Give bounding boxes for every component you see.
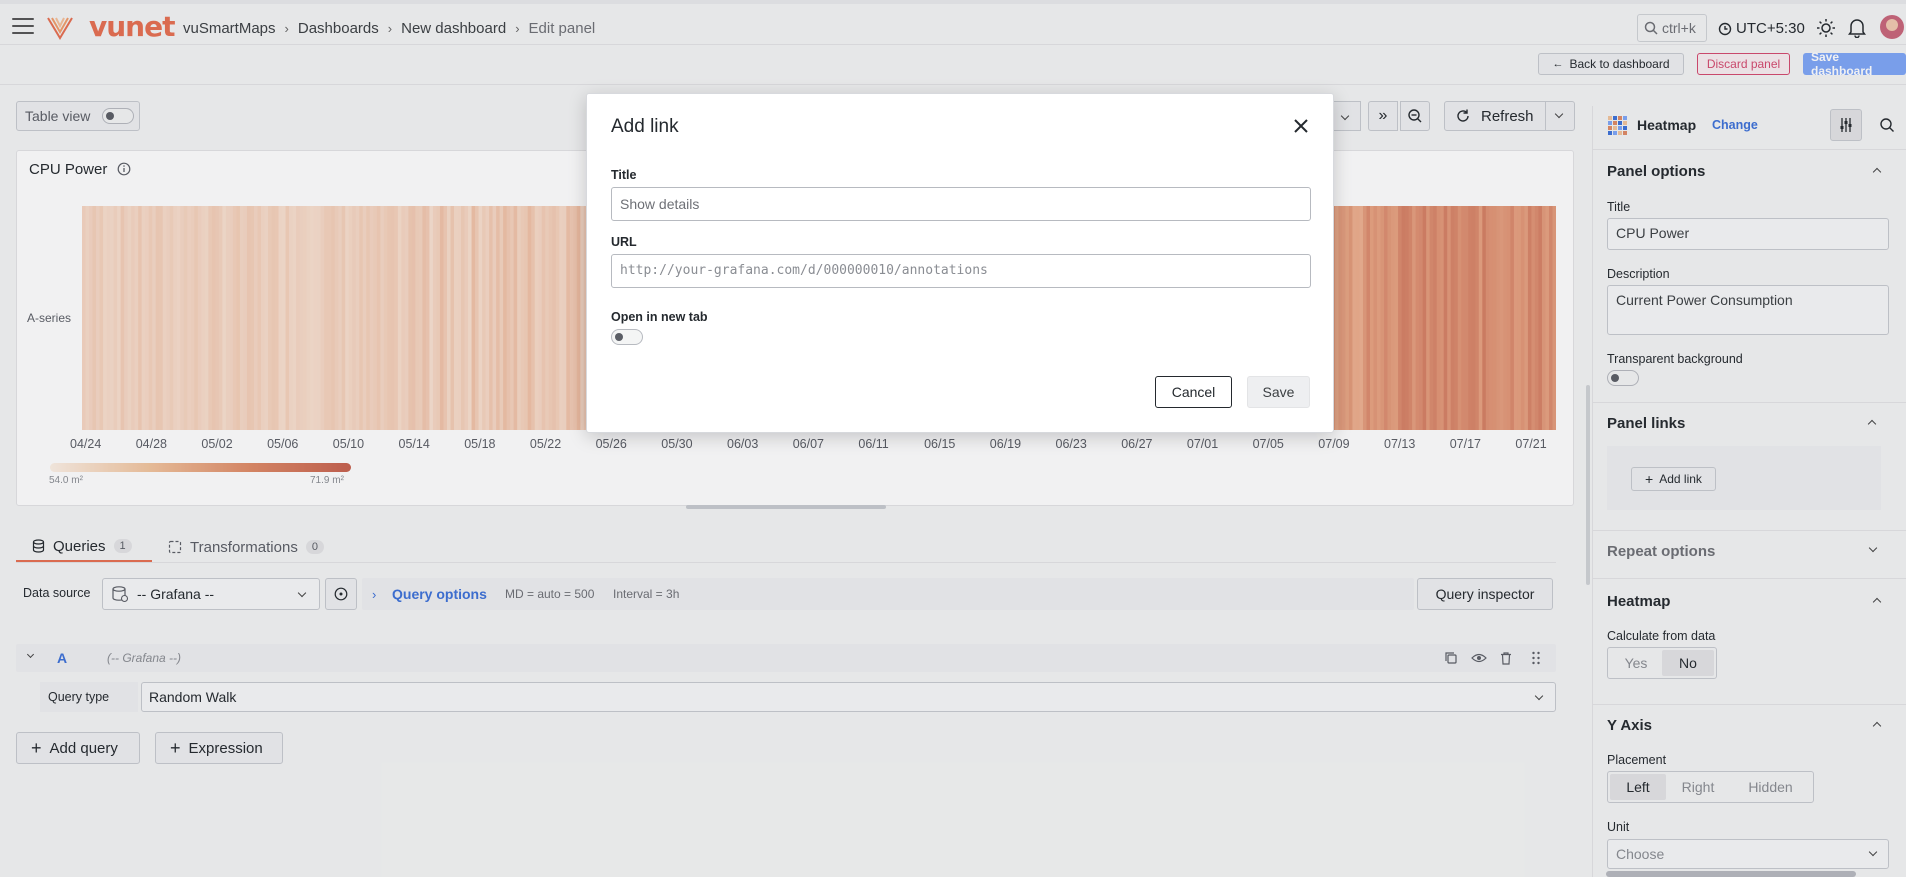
link-url-placeholder: http://your-grafana.com/d/000000010/anno…: [620, 263, 988, 278]
link-title-placeholder: Show details: [620, 196, 700, 212]
add-link-modal: Add link Title Show details URL http://y…: [586, 93, 1334, 433]
link-url-input[interactable]: http://your-grafana.com/d/000000010/anno…: [611, 254, 1311, 288]
link-title-input[interactable]: Show details: [611, 187, 1311, 221]
open-new-tab-label: Open in new tab: [611, 310, 708, 324]
close-icon[interactable]: [1293, 112, 1309, 141]
link-title-label: Title: [611, 168, 637, 182]
link-url-label: URL: [611, 235, 637, 249]
cancel-label: Cancel: [1171, 384, 1216, 400]
cancel-button[interactable]: Cancel: [1155, 376, 1232, 408]
modal-title: Add link: [611, 116, 679, 137]
save-link-label: Save: [1262, 384, 1295, 400]
save-link-button[interactable]: Save: [1247, 376, 1310, 408]
open-new-tab-switch[interactable]: [611, 329, 643, 345]
